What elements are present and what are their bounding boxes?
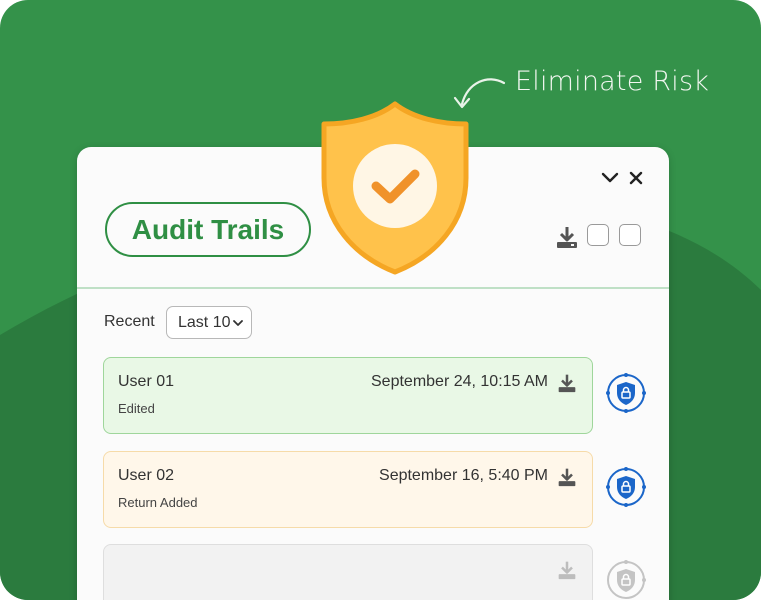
entry-user: User 02 bbox=[118, 467, 175, 484]
eliminate-risk-label: Eliminate Risk bbox=[515, 66, 710, 97]
entry-action: Edited bbox=[118, 401, 155, 416]
shield-check-icon bbox=[321, 101, 469, 275]
audit-entry-row[interactable]: User 02 September 16, 5:40 PM Return Add… bbox=[103, 451, 593, 528]
lock-shield-icon bbox=[607, 560, 646, 599]
download-icon[interactable] bbox=[555, 225, 579, 249]
close-icon bbox=[629, 171, 643, 185]
entry-user: User 01 bbox=[118, 373, 175, 390]
audit-entry-row-placeholder bbox=[103, 544, 593, 600]
entry-action: Return Added bbox=[118, 495, 198, 510]
toolbar-checkbox-2[interactable] bbox=[619, 224, 641, 246]
collapse-button[interactable] bbox=[599, 167, 621, 189]
entry-time: September 24, 10:15 AM bbox=[371, 373, 548, 390]
lock-shield-icon[interactable] bbox=[606, 373, 646, 413]
header-divider bbox=[77, 287, 669, 289]
chevron-down-icon bbox=[233, 320, 243, 326]
recent-filter-value: Last 10 bbox=[178, 313, 231, 331]
recent-filter-select[interactable]: Last 10 bbox=[166, 306, 252, 339]
audit-entry-row[interactable]: User 01 September 24, 10:15 AM Edited bbox=[103, 357, 593, 434]
toolbar-checkbox-1[interactable] bbox=[587, 224, 609, 246]
filter-label: Recent bbox=[104, 313, 155, 330]
download-icon[interactable] bbox=[557, 373, 577, 393]
chevron-down-icon bbox=[601, 172, 619, 183]
entry-time: September 16, 5:40 PM bbox=[379, 467, 548, 484]
close-button[interactable] bbox=[625, 167, 647, 189]
download-icon[interactable] bbox=[557, 467, 577, 487]
page-title: Audit Trails bbox=[105, 202, 311, 257]
background-stage: Eliminate Risk Audit Trails Recent Last … bbox=[0, 0, 761, 600]
lock-shield-icon[interactable] bbox=[606, 467, 646, 507]
download-icon bbox=[558, 561, 576, 580]
